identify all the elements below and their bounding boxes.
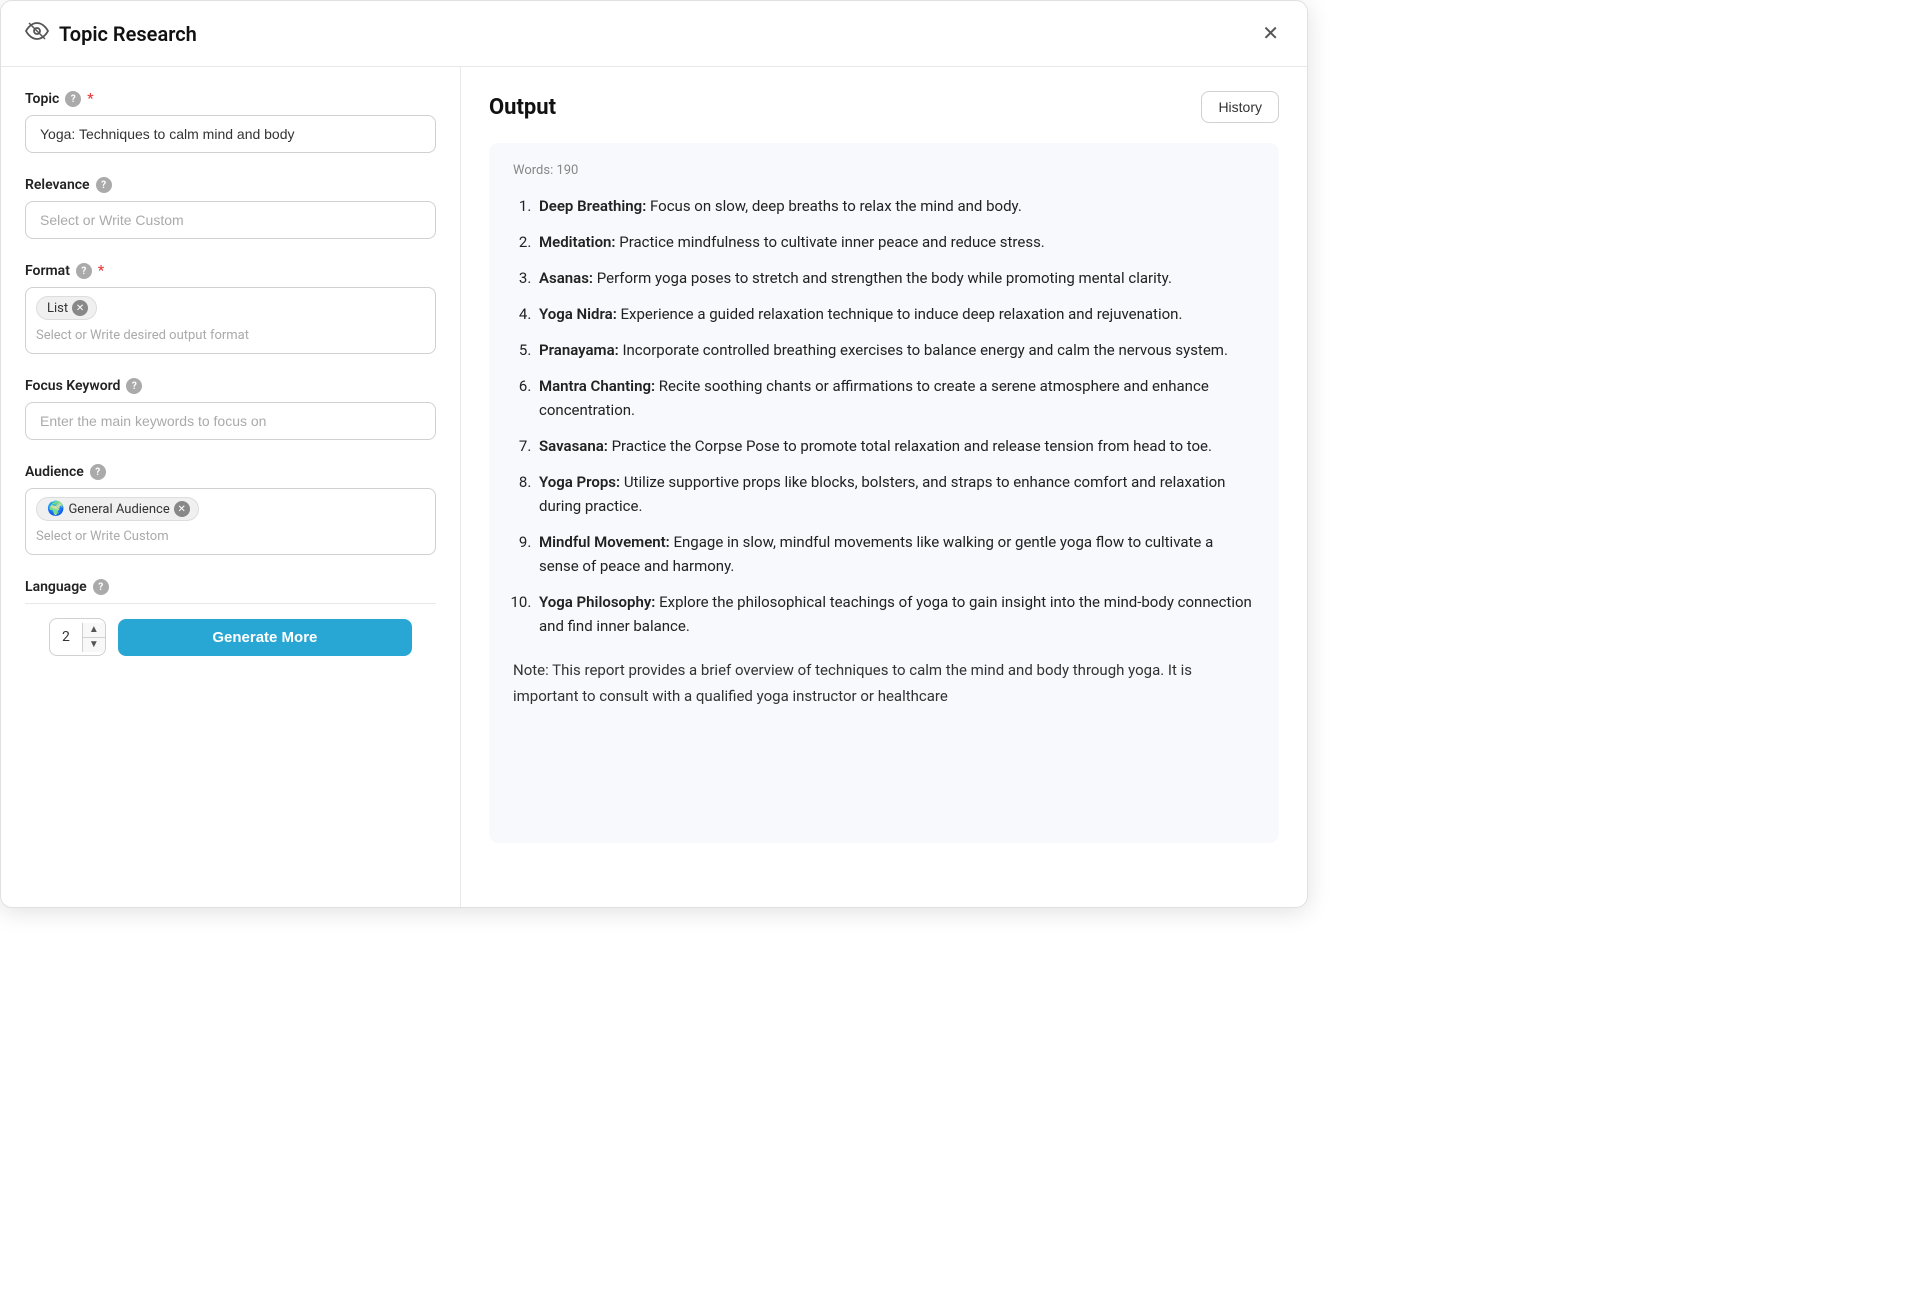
main-content: Topic ? * Relevance ? Format ? * [1, 67, 1307, 907]
format-placeholder: Select or Write desired output format [36, 326, 425, 345]
title-bar: Topic Research ✕ [1, 1, 1307, 67]
format-tag-label: List [47, 301, 68, 316]
close-button[interactable]: ✕ [1258, 17, 1283, 50]
audience-tags-row: 🌍 General Audience ✕ [36, 497, 425, 521]
topic-help-icon[interactable]: ? [65, 91, 81, 107]
topic-input[interactable] [25, 115, 436, 153]
stepper-up[interactable]: ▲ [83, 623, 105, 638]
globe-icon: 🌍 [47, 501, 64, 517]
relevance-field-group: Relevance ? [25, 177, 436, 239]
language-label: Language ? [25, 579, 436, 595]
generate-more-button[interactable]: Generate More [118, 619, 412, 656]
relevance-help-icon[interactable]: ? [96, 177, 112, 193]
focus-keyword-input[interactable] [25, 402, 436, 440]
list-item: Yoga Philosophy: Explore the philosophic… [535, 590, 1255, 638]
format-required: * [98, 263, 104, 279]
stepper-arrows: ▲ ▼ [82, 623, 105, 652]
quantity-stepper[interactable]: 2 ▲ ▼ [49, 618, 106, 656]
list-item: Meditation: Practice mindfulness to cult… [535, 230, 1255, 254]
app-title: Topic Research [59, 22, 197, 46]
language-help-icon[interactable]: ? [93, 579, 109, 595]
output-list: Deep Breathing: Focus on slow, deep brea… [513, 194, 1255, 638]
audience-tag-container[interactable]: 🌍 General Audience ✕ Select or Write Cus… [25, 488, 436, 555]
focus-keyword-help-icon[interactable]: ? [126, 378, 142, 394]
list-item: Mindful Movement: Engage in slow, mindfu… [535, 530, 1255, 578]
focus-keyword-field-group: Focus Keyword ? [25, 378, 436, 440]
audience-placeholder: Select or Write Custom [36, 527, 425, 546]
topic-required: * [87, 91, 93, 107]
list-item: Asanas: Perform yoga poses to stretch an… [535, 266, 1255, 290]
format-help-icon[interactable]: ? [76, 263, 92, 279]
list-item: Yoga Props: Utilize supportive props lik… [535, 470, 1255, 518]
stepper-value: 2 [50, 629, 82, 645]
title-left: Topic Research [25, 19, 197, 48]
words-count: Words: 190 [513, 163, 1255, 178]
format-label: Format ? * [25, 263, 436, 279]
output-note: Note: This report provides a brief overv… [513, 658, 1255, 709]
list-item: Pranayama: Incorporate controlled breath… [535, 338, 1255, 362]
stepper-down[interactable]: ▼ [83, 638, 105, 652]
format-tag-remove[interactable]: ✕ [72, 300, 88, 316]
audience-tag-remove[interactable]: ✕ [174, 501, 190, 517]
format-tag-container[interactable]: List ✕ Select or Write desired output fo… [25, 287, 436, 354]
list-item: Mantra Chanting: Recite soothing chants … [535, 374, 1255, 422]
format-tag-list: List ✕ [36, 296, 97, 320]
relevance-label: Relevance ? [25, 177, 436, 193]
list-item: Yoga Nidra: Experience a guided relaxati… [535, 302, 1255, 326]
format-tags-row: List ✕ [36, 296, 425, 320]
app-window: Topic Research ✕ Topic ? * Relevance ? [0, 0, 1308, 908]
audience-tag-label: General Audience [68, 502, 169, 517]
left-panel: Topic ? * Relevance ? Format ? * [1, 67, 461, 907]
audience-field-group: Audience ? 🌍 General Audience ✕ Select o… [25, 464, 436, 555]
history-button[interactable]: History [1201, 91, 1279, 123]
audience-label: Audience ? [25, 464, 436, 480]
output-header: Output History [489, 91, 1279, 123]
format-field-group: Format ? * List ✕ Select or Write desire… [25, 263, 436, 354]
topic-label: Topic ? * [25, 91, 436, 107]
output-title: Output [489, 95, 556, 120]
relevance-input[interactable] [25, 201, 436, 239]
bottom-bar: 2 ▲ ▼ Generate More [25, 603, 436, 670]
list-item: Savasana: Practice the Corpse Pose to pr… [535, 434, 1255, 458]
list-item: Deep Breathing: Focus on slow, deep brea… [535, 194, 1255, 218]
audience-help-icon[interactable]: ? [90, 464, 106, 480]
language-field-group: Language ? [25, 579, 436, 595]
focus-keyword-label: Focus Keyword ? [25, 378, 436, 394]
app-icon [25, 19, 49, 48]
right-panel: Output History Words: 190 Deep Breathing… [461, 67, 1307, 907]
topic-field-group: Topic ? * [25, 91, 436, 153]
audience-tag-general: 🌍 General Audience ✕ [36, 497, 199, 521]
output-content: Words: 190 Deep Breathing: Focus on slow… [489, 143, 1279, 843]
